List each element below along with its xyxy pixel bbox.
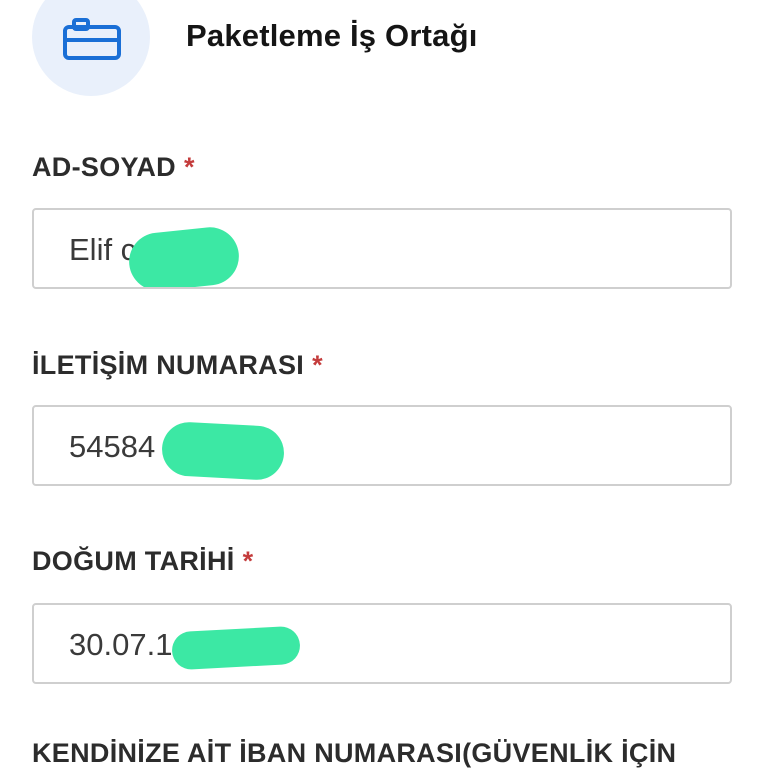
field-label-birthdate: DOĞUM TARİHİ * — [32, 546, 253, 577]
label-text: DOĞUM TARİHİ — [32, 546, 235, 576]
page-header: Paketleme İş Ortağı — [0, 0, 768, 110]
label-text: İLETİŞİM NUMARASI — [32, 350, 305, 380]
birthdate-input-value: 30.07.1 — [69, 627, 173, 662]
redaction-mark — [126, 224, 242, 287]
field-label-phone: İLETİŞİM NUMARASI * — [32, 350, 323, 381]
phone-input-value: 54584 — [69, 429, 156, 464]
label-text: AD-SOYAD — [32, 152, 176, 182]
field-label-iban: KENDİNİZE AİT İBAN NUMARASI(GÜVENLİK İÇİ… — [32, 738, 677, 768]
required-mark: * — [312, 350, 323, 380]
briefcase-icon — [63, 18, 121, 60]
name-input-value: Elif c — [69, 232, 137, 267]
required-mark: * — [183, 152, 195, 182]
icon-badge — [32, 0, 150, 96]
page-title: Paketleme İş Ortağı — [186, 18, 478, 53]
required-mark: * — [242, 546, 254, 576]
field-label-name: AD-SOYAD * — [32, 152, 195, 183]
redaction-mark — [171, 625, 301, 671]
redaction-mark — [160, 420, 286, 482]
phone-input[interactable]: 54584 — [32, 405, 732, 486]
birthdate-input[interactable]: 30.07.1 — [32, 603, 732, 684]
name-input[interactable]: Elif c — [32, 208, 732, 289]
